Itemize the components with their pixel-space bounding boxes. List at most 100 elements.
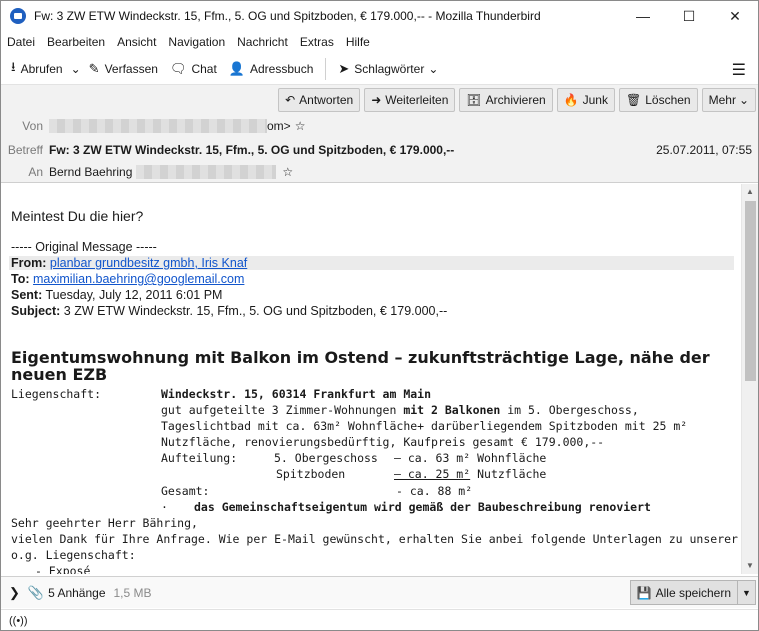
description-line-3: Nutzfläche, renovierungsbedürftig, Kaufp… <box>161 435 605 449</box>
tag-icon: ➤ <box>338 60 350 76</box>
scroll-down-icon[interactable]: ▼ <box>742 558 758 574</box>
quoted-to-line: To: maximilian.baehring@googlemail.com <box>11 272 244 286</box>
junk-label: Junk <box>582 93 608 107</box>
more-button[interactable]: Mehr ⌄ <box>701 88 756 112</box>
renovation-note: das Gemeinschaftseigentum wird gemäß der… <box>194 500 651 514</box>
reply-label: Antworten <box>299 93 354 107</box>
more-label: Mehr <box>708 93 736 107</box>
to-row: An Bernd Baehring ☆ <box>1 165 293 179</box>
toolbar-separator <box>325 57 327 80</box>
menu-hilfe[interactable]: Hilfe <box>346 35 370 49</box>
aufteilung-label: Aufteilung: <box>161 451 238 465</box>
star-icon[interactable]: ☆ <box>295 119 306 133</box>
scrollbar-thumb[interactable] <box>745 201 756 381</box>
chevron-down-icon: ⌄ <box>70 61 81 76</box>
subject-value: Fw: 3 ZW ETW Windeckstr. 15, Ffm., 5. OG… <box>49 143 455 157</box>
spitzboden-value: – ca. 25 m² Nutzfläche <box>394 467 546 481</box>
quoted-from-link[interactable]: planbar grundbesitz gmbh, Iris Knaf <box>50 256 247 270</box>
menu-nachricht[interactable]: Nachricht <box>237 35 288 49</box>
quoted-to-link[interactable]: maximilian.baehring@googlemail.com <box>33 272 244 286</box>
get-messages-dropdown[interactable]: ⌄ <box>69 56 83 82</box>
addressbook-button[interactable]: 👤 Adressbuch <box>223 56 320 82</box>
property-address: Windeckstr. 15, 60314 Frankfurt am Main <box>161 387 432 401</box>
quoted-from-line: From: planbar grundbesitz gmbh, Iris Kna… <box>9 256 734 270</box>
menu-bar: Datei Bearbeiten Ansicht Navigation Nach… <box>1 31 758 53</box>
subject-label: Betreff <box>7 143 43 157</box>
attachment-size: 1,5 MB <box>113 585 152 600</box>
archive-icon: 🗄 <box>466 93 482 107</box>
quoted-sent-value: Tuesday, July 12, 2011 6:01 PM <box>45 288 223 302</box>
thunderbird-logo-icon <box>10 8 26 24</box>
from-value[interactable]: om> <box>267 119 291 133</box>
attachment-count[interactable]: 5 Anhänge <box>48 586 105 600</box>
bullet: · <box>161 500 168 514</box>
paragraph-line-1: vielen Dank für Ihre Anfrage. Wie per E-… <box>11 532 738 546</box>
delete-label: Löschen <box>645 93 691 107</box>
close-button[interactable]: ✕ <box>712 1 758 31</box>
greeting-text: Meintest Du die hier? <box>11 208 144 224</box>
chevron-down-icon: ⌄ <box>738 93 749 107</box>
online-status-icon[interactable]: ((•)) <box>9 615 28 627</box>
quoted-from-key: From: <box>11 256 47 270</box>
title-bar: Fw: 3 ZW ETW Windeckstr. 15, Ffm., 5. OG… <box>1 1 758 31</box>
message-header-pane: ↶ Antworten ➜ Weiterleiten 🗄 Archivieren 🔥 J… <box>1 85 758 183</box>
forward-icon: ➜ <box>371 93 382 107</box>
quoted-subject-value: 3 ZW ETW Windeckstr. 15, Ffm., 5. OG und… <box>63 304 448 318</box>
download-icon: ⭳ <box>11 58 16 74</box>
forward-label: Weiterleiten <box>385 93 449 107</box>
spitzboden-unit: Nutzfläche <box>470 467 547 481</box>
maximize-button[interactable]: ☐ <box>666 1 712 31</box>
salutation: Sehr geehrter Herr Bähring, <box>11 516 198 530</box>
addressbook-icon: 👤 <box>228 60 245 76</box>
tags-button[interactable]: ➤ Schlagwörter ⌄ <box>332 56 444 82</box>
reply-button[interactable]: ↶ Antworten <box>278 88 361 112</box>
junk-icon: 🔥 <box>563 93 579 107</box>
menu-extras[interactable]: Extras <box>300 35 334 49</box>
attachment-bar: ❯ 📎 5 Anhänge 1,5 MB 💾 Alle speichern ▼ <box>1 576 758 608</box>
save-all-button[interactable]: 💾 Alle speichern ▼ <box>629 580 756 605</box>
chat-button[interactable]: 🗨 Chat <box>164 56 223 82</box>
thunderbird-window: Fw: 3 ZW ETW Windeckstr. 15, Ffm., 5. OG… <box>0 0 759 631</box>
vertical-scrollbar[interactable]: ▲ ▼ <box>741 184 758 574</box>
save-all-main[interactable]: 💾 Alle speichern <box>631 581 737 604</box>
app-menu-icon[interactable]: ☰ <box>732 60 746 80</box>
message-date: 25.07.2011, 07:55 <box>656 143 752 157</box>
paperclip-icon: 📎 <box>27 584 45 600</box>
junk-button[interactable]: 🔥 Junk <box>556 88 615 112</box>
save-icon: 💾 <box>636 585 652 600</box>
star-icon[interactable]: ☆ <box>282 165 293 179</box>
quoted-subject-line: Subject: 3 ZW ETW Windeckstr. 15, Ffm., … <box>11 304 447 318</box>
menu-bearbeiten[interactable]: Bearbeiten <box>47 35 105 49</box>
description-line-2: Tageslichtbad mit ca. 63m² Wohnfläche+ d… <box>161 419 688 433</box>
chevron-down-icon[interactable]: ▼ <box>737 581 755 604</box>
reply-icon: ↶ <box>285 93 296 107</box>
quoted-sent-key: Sent: <box>11 288 43 302</box>
archive-label: Archivieren <box>485 93 546 107</box>
delete-button[interactable]: 🗑 Löschen <box>618 88 698 112</box>
forward-button[interactable]: ➜ Weiterleiten <box>364 88 456 112</box>
chevron-down-icon: ⌄ <box>428 61 439 76</box>
get-messages-label: Abrufen <box>20 61 63 76</box>
paragraph-line-2: o.g. Liegenschaft: <box>11 548 136 562</box>
to-value[interactable]: Bernd Baehring <box>49 165 132 179</box>
chat-bubble-icon: 🗨 <box>169 60 187 76</box>
menu-datei[interactable]: Datei <box>7 35 35 49</box>
redacted-sender <box>49 119 267 133</box>
expand-chevron-icon[interactable]: ❯ <box>9 585 20 601</box>
desc-part: im 5. Obergeschoss, <box>500 403 639 417</box>
message-body: Meintest Du die hier? ----- Original Mes… <box>1 184 741 574</box>
save-all-label: Alle speichern <box>655 585 731 600</box>
scroll-up-icon[interactable]: ▲ <box>742 184 758 200</box>
chat-label: Chat <box>191 61 217 76</box>
compose-button[interactable]: ✎ Verfassen <box>83 56 164 82</box>
minimize-button[interactable]: — <box>620 1 666 31</box>
menu-navigation[interactable]: Navigation <box>168 35 225 49</box>
obergeschoss-value: – ca. 63 m² Wohnfläche <box>394 451 547 465</box>
menu-ansicht[interactable]: Ansicht <box>117 35 156 49</box>
message-actions: ↶ Antworten ➜ Weiterleiten 🗄 Archivieren 🔥 J… <box>274 88 756 112</box>
get-messages-button[interactable]: ⭳ Abrufen <box>5 56 69 82</box>
spitzboden-label: Spitzboden <box>276 467 346 481</box>
list-item: - Exposé <box>35 564 91 574</box>
archive-button[interactable]: 🗄 Archivieren <box>459 88 553 112</box>
quoted-to-key: To: <box>11 272 30 286</box>
